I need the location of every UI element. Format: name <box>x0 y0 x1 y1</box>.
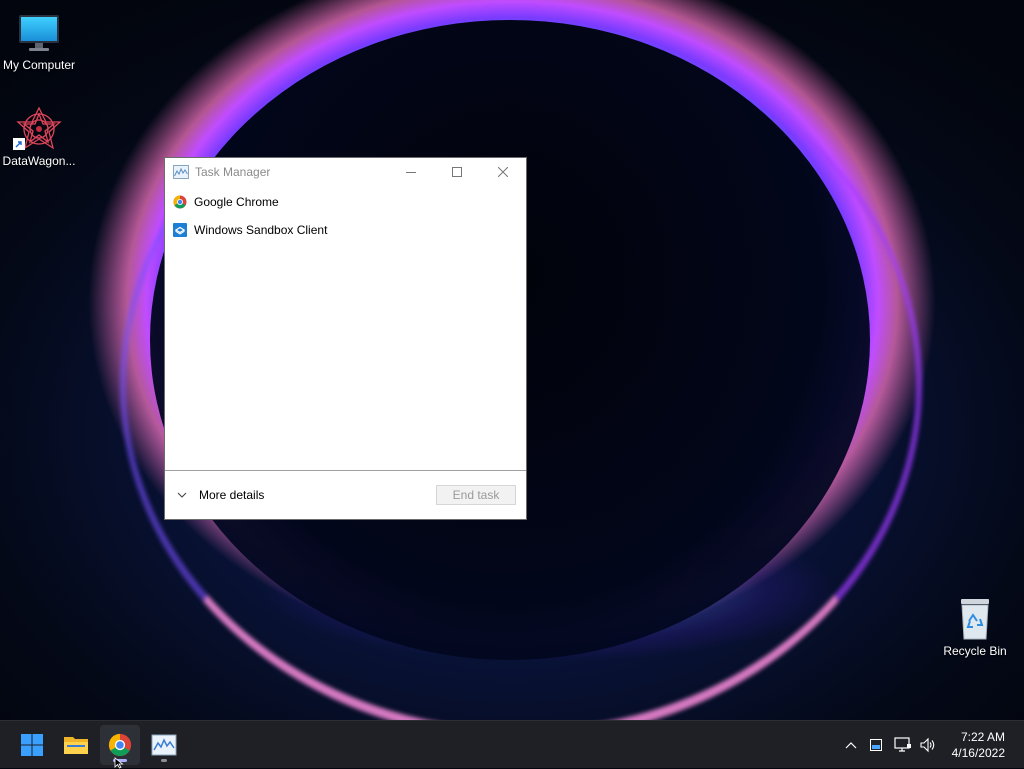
desktop-icon-my-computer[interactable]: My Computer <box>0 10 79 72</box>
clock-date: 4/16/2022 <box>951 746 1005 760</box>
recycle-bin-icon <box>935 596 1015 642</box>
taskbar-file-explorer[interactable] <box>56 725 96 765</box>
tray-tablet-icon[interactable] <box>866 735 886 755</box>
chrome-icon <box>108 733 132 757</box>
list-item[interactable]: Windows Sandbox Client <box>165 216 526 244</box>
datawagon-app-icon <box>0 106 79 152</box>
volume-icon <box>920 737 935 753</box>
end-task-button[interactable]: End task <box>436 485 516 505</box>
app-name: Windows Sandbox Client <box>194 223 328 237</box>
system-clock[interactable]: 7:22 AM 4/16/2022 <box>952 729 1005 761</box>
more-details-label: More details <box>199 488 265 502</box>
desktop-icon-label: My Computer <box>2 58 76 72</box>
volume-button[interactable] <box>918 735 938 755</box>
monitor-icon <box>0 10 79 56</box>
desktop-icon-label: Recycle Bin <box>943 644 1007 658</box>
task-manager-icon <box>151 734 177 756</box>
list-item[interactable]: Google Chrome <box>165 188 526 216</box>
more-details-toggle[interactable]: More details <box>177 488 264 502</box>
title-bar[interactable]: Task Manager <box>165 158 526 186</box>
show-hidden-icons-button[interactable] <box>841 735 861 755</box>
window-title: Task Manager <box>195 165 271 179</box>
desktop-icon-datawagon[interactable]: DataWagon... <box>0 106 79 168</box>
shortcut-arrow-icon <box>13 138 25 150</box>
taskbar: 7:22 AM 4/16/2022 <box>0 720 1024 769</box>
desktop-wallpaper: My Computer DataWagon... Recycle Bin Tas… <box>0 0 1024 720</box>
minimize-icon <box>406 172 416 173</box>
tablet-icon <box>870 739 882 751</box>
sandbox-icon <box>173 223 187 237</box>
running-indicator <box>161 759 167 762</box>
chevron-up-icon <box>845 742 857 749</box>
process-list: Google Chrome Windows Sandbox Client <box>165 186 526 244</box>
mouse-cursor-icon <box>114 757 124 769</box>
desktop-icon-label: DataWagon... <box>2 154 76 168</box>
minimize-button[interactable] <box>388 158 434 186</box>
task-manager-icon <box>173 165 189 179</box>
file-explorer-icon <box>64 737 88 754</box>
network-icon <box>894 737 911 752</box>
network-button[interactable] <box>893 735 913 755</box>
task-manager-window[interactable]: Task Manager Google Chrome Windows Sandb… <box>164 157 527 520</box>
start-button[interactable] <box>12 725 52 765</box>
start-icon <box>21 734 43 756</box>
app-name: Google Chrome <box>194 195 279 209</box>
close-icon <box>498 167 508 177</box>
chrome-icon <box>173 195 187 209</box>
desktop-icon-recycle-bin[interactable]: Recycle Bin <box>935 596 1015 658</box>
close-button[interactable] <box>480 158 526 186</box>
maximize-button[interactable] <box>434 158 480 186</box>
chevron-down-icon <box>177 492 187 498</box>
taskbar-task-manager[interactable] <box>144 725 184 765</box>
maximize-icon <box>452 167 462 177</box>
footer-bar: More details End task <box>165 470 526 519</box>
clock-time: 7:22 AM <box>960 730 1005 744</box>
